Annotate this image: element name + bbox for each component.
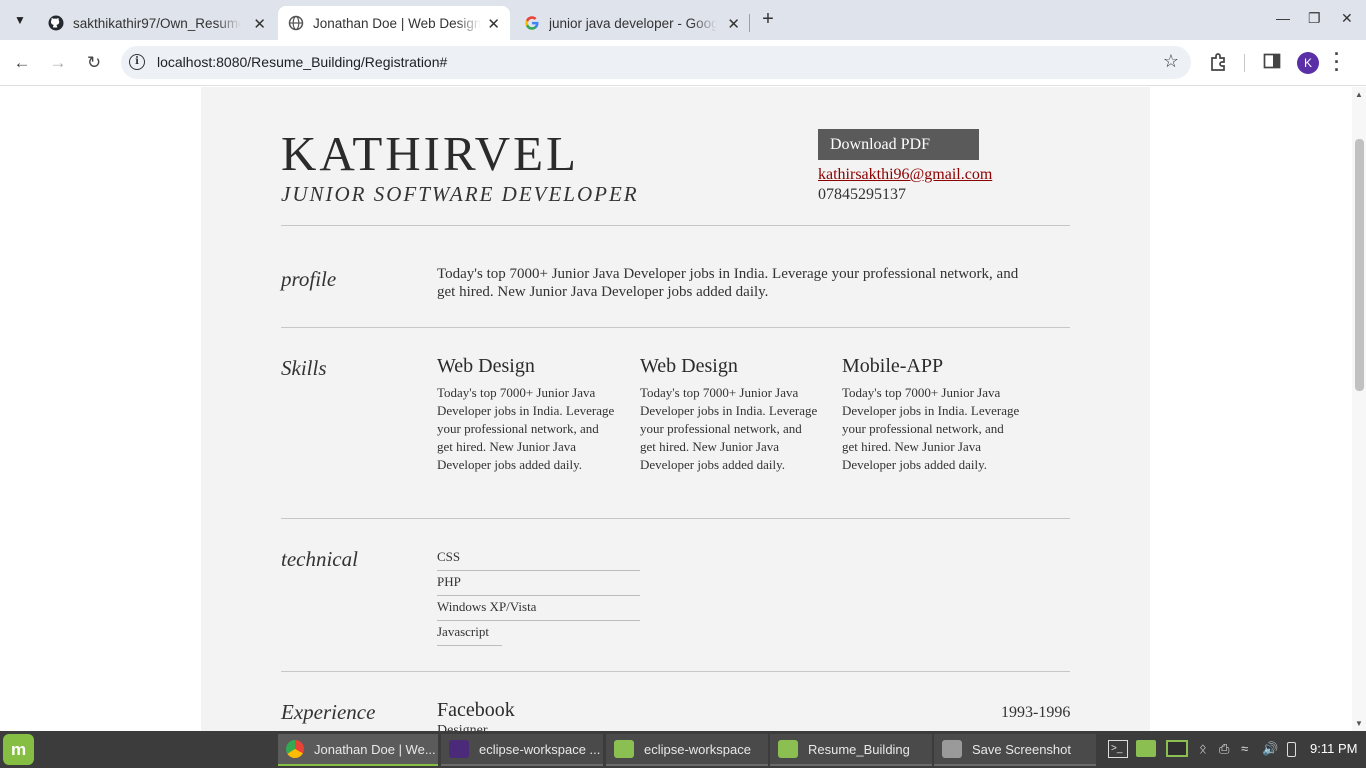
task-label: Save Screenshot <box>972 741 1072 757</box>
github-icon <box>48 15 64 31</box>
maximize-icon[interactable]: ❐ <box>1308 10 1321 27</box>
camera-icon <box>942 740 962 758</box>
experience-company: Facebook <box>437 699 515 721</box>
clock: 9:11 PM <box>1310 741 1358 756</box>
bluetooth-icon[interactable]: ᛟ <box>1199 741 1207 756</box>
close-tab-icon[interactable]: ✕ <box>253 15 266 33</box>
files-icon[interactable] <box>1136 740 1156 757</box>
desktop-icon[interactable] <box>1166 740 1188 757</box>
skill-description: Today's top 7000+ Junior Java Developer … <box>437 385 615 472</box>
skill-description: Today's top 7000+ Junior Java Developer … <box>640 385 818 472</box>
extensions-icon[interactable] <box>1209 52 1229 77</box>
experience-role: Designer <box>437 723 488 731</box>
page-scrollbar[interactable]: ▲ ▼ <box>1352 87 1366 731</box>
toolbar-divider <box>1244 54 1245 72</box>
new-tab-icon[interactable]: + <box>756 8 780 32</box>
bookmark-star-icon[interactable]: ☆ <box>1163 51 1179 72</box>
task-label: Jonathan Doe | We... <box>314 741 436 757</box>
task-folder-eclipse[interactable]: eclipse-workspace <box>606 734 768 766</box>
skill-item: Mobile-APP Today's top 7000+ Junior Java… <box>842 355 1022 474</box>
technical-item: CSS <box>437 549 640 571</box>
resume-name: KATHIRVEL <box>281 126 579 181</box>
eclipse-icon <box>449 740 469 758</box>
tab-strip: ▼ sakthikathir97/Own_Resume ✕ Jonathan D… <box>0 0 1366 40</box>
section-divider <box>281 327 1070 328</box>
task-label: eclipse-workspace <box>644 741 751 757</box>
wifi-icon[interactable]: ≈ <box>1241 741 1248 756</box>
mint-menu-icon[interactable]: m <box>3 734 34 765</box>
tab-title: junior java developer - Google Search <box>549 15 717 31</box>
section-divider <box>281 518 1070 519</box>
printer-icon[interactable]: ⎙ <box>1219 741 1229 757</box>
skill-description: Today's top 7000+ Junior Java Developer … <box>842 385 1020 472</box>
download-pdf-button[interactable]: Download PDF <box>818 129 979 160</box>
minimize-icon[interactable]: — <box>1276 10 1290 26</box>
technical-item: Javascript <box>437 624 502 646</box>
skills-heading: Skills <box>281 356 327 380</box>
globe-icon <box>288 15 304 31</box>
tab-title: Jonathan Doe | Web Designer <box>313 15 481 31</box>
tab-resume[interactable]: Jonathan Doe | Web Designer ✕ <box>278 6 510 40</box>
resume-sheet: KATHIRVEL JUNIOR SOFTWARE DEVELOPER Down… <box>201 87 1150 731</box>
folder-icon <box>778 740 798 758</box>
forward-icon[interactable]: → <box>46 51 70 75</box>
resume-role: JUNIOR SOFTWARE DEVELOPER <box>281 182 639 206</box>
profile-heading: profile <box>281 267 337 291</box>
section-divider <box>281 225 1070 226</box>
system-taskbar: m Jonathan Doe | We... eclipse-workspace… <box>0 731 1366 768</box>
folder-icon <box>614 740 634 758</box>
skill-title: Web Design <box>640 355 738 377</box>
profile-text: Today's top 7000+ Junior Java Developer … <box>437 266 1019 300</box>
close-window-icon[interactable]: ✕ <box>1341 10 1353 27</box>
email-link[interactable]: kathirsakthi96@gmail.com <box>818 166 992 184</box>
reload-icon[interactable]: ↻ <box>82 51 106 75</box>
page-viewport: KATHIRVEL JUNIOR SOFTWARE DEVELOPER Down… <box>0 87 1352 731</box>
technical-item: Windows XP/Vista <box>437 599 640 621</box>
tab-search-icon[interactable]: ▼ <box>8 8 32 32</box>
scrollbar-thumb[interactable] <box>1355 139 1364 391</box>
task-label: Resume_Building <box>808 741 910 757</box>
section-divider <box>281 671 1070 672</box>
google-icon <box>524 15 540 31</box>
volume-icon[interactable]: 🔊 <box>1262 741 1278 757</box>
phone-number: 07845295137 <box>818 186 906 203</box>
chrome-icon <box>286 740 304 758</box>
skill-title: Mobile-APP <box>842 355 944 377</box>
site-info-icon[interactable]: i <box>129 54 145 70</box>
terminal-icon[interactable]: >_ <box>1108 740 1128 758</box>
browser-toolbar: ← → ↻ i localhost:8080/Resume_Building/R… <box>0 40 1366 86</box>
task-label: eclipse-workspace ... <box>479 741 601 757</box>
tab-divider <box>749 14 750 32</box>
skill-item: Web Design Today's top 7000+ Junior Java… <box>437 355 617 474</box>
tab-title: sakthikathir97/Own_Resume <box>73 15 241 31</box>
experience-years: 1993-1996 <box>1001 704 1071 721</box>
tab-google[interactable]: junior java developer - Google Search ✕ <box>514 6 750 40</box>
task-chrome[interactable]: Jonathan Doe | We... <box>278 734 438 766</box>
task-eclipse[interactable]: eclipse-workspace ... <box>441 734 603 766</box>
side-panel-icon[interactable] <box>1263 52 1281 75</box>
battery-icon[interactable] <box>1287 742 1296 757</box>
url-text[interactable]: localhost:8080/Resume_Building/Registrat… <box>157 54 447 70</box>
task-screenshot[interactable]: Save Screenshot <box>934 734 1096 766</box>
tab-github[interactable]: sakthikathir97/Own_Resume ✕ <box>38 6 276 40</box>
scroll-up-arrow-icon[interactable]: ▲ <box>1355 90 1363 99</box>
scroll-down-arrow-icon[interactable]: ▼ <box>1355 719 1363 728</box>
skill-title: Web Design <box>437 355 535 377</box>
experience-heading: Experience <box>281 700 376 724</box>
skill-item: Web Design Today's top 7000+ Junior Java… <box>640 355 820 474</box>
profile-avatar[interactable]: K <box>1297 52 1319 74</box>
technical-item: PHP <box>437 574 640 596</box>
browser-menu-icon[interactable]: · · · <box>1334 45 1340 79</box>
back-icon[interactable]: ← <box>10 51 34 75</box>
technical-heading: technical <box>281 547 358 571</box>
task-folder-resume[interactable]: Resume_Building <box>770 734 932 766</box>
address-bar[interactable]: i localhost:8080/Resume_Building/Registr… <box>121 46 1191 79</box>
close-tab-icon[interactable]: ✕ <box>727 15 740 33</box>
close-tab-icon[interactable]: ✕ <box>487 15 500 33</box>
